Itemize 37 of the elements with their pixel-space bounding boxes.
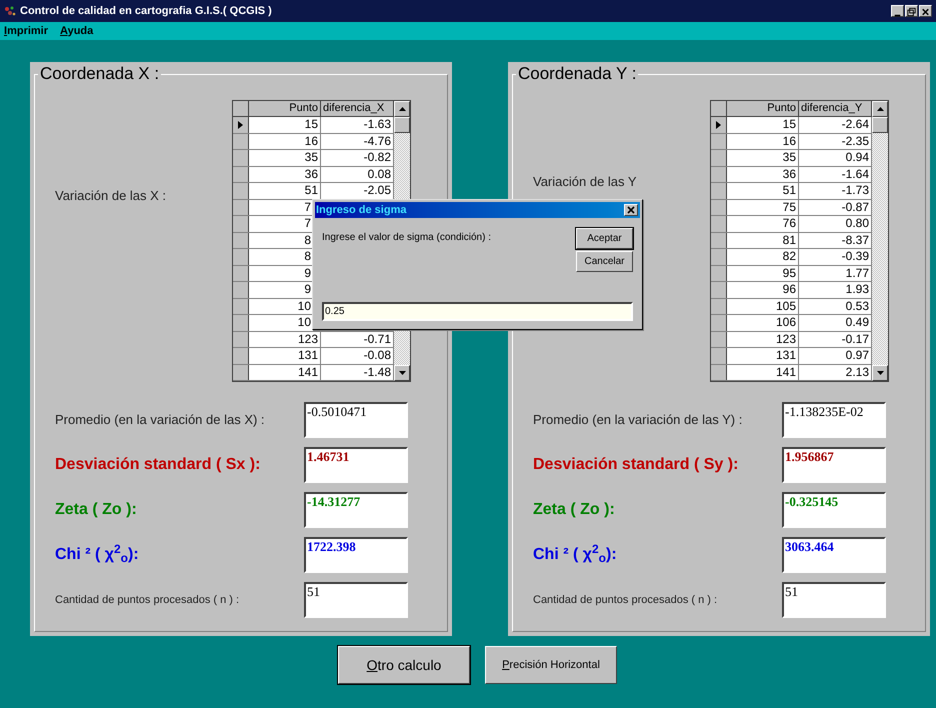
table-cell: 96 bbox=[727, 282, 799, 298]
table-cell: 76 bbox=[727, 216, 799, 232]
field-label: Desviación standard ( Sx ): bbox=[55, 455, 260, 475]
field-label: Desviación standard ( Sy ): bbox=[533, 455, 738, 475]
table-cell: 82 bbox=[727, 249, 799, 264]
dialog-prompt: Ingrese el valor de sigma (condición) : bbox=[322, 231, 491, 245]
table-cell: 131 bbox=[727, 348, 799, 364]
field-label: Variación de las X : bbox=[55, 187, 166, 205]
table-cell: 75 bbox=[727, 200, 799, 215]
table-cell: 105 bbox=[727, 298, 799, 314]
table-cell: 141 bbox=[727, 364, 799, 380]
field-label: Promedio (en la variación de las X) : bbox=[55, 411, 265, 430]
field-label: Zeta ( Zo ): bbox=[533, 500, 615, 520]
table-cell: 35 bbox=[249, 150, 321, 166]
table-cell: 15 bbox=[727, 117, 799, 132]
dialog-title: Ingreso de sigma bbox=[316, 202, 406, 218]
field-label: Cantidad de puntos procesados ( n ) : bbox=[55, 592, 240, 608]
table-cell: 81 bbox=[727, 232, 799, 248]
field-label: Variación de las Y bbox=[533, 173, 637, 191]
field-label: Cantidad de puntos procesados ( n ) : bbox=[533, 592, 718, 608]
table-cell: 35 bbox=[727, 150, 799, 166]
table-cell: 123 bbox=[727, 332, 799, 347]
field-label: Chi ² ( χ$^{2}$$_{o}$): bbox=[533, 543, 617, 567]
table-cell: 16 bbox=[727, 134, 799, 149]
table-cell: 106 bbox=[727, 315, 799, 330]
table-cell: 16 bbox=[249, 134, 321, 149]
window-title: Control de calidad en cartografia G.I.S.( QCGIS ) bbox=[20, 4, 272, 19]
table-cell: 15 bbox=[249, 117, 321, 132]
field-label: Promedio (en la variación de las Y) : bbox=[533, 411, 742, 430]
field-label: Chi ² ( χ$^{2}$$_{o}$): bbox=[55, 543, 139, 567]
table-cell: 131 bbox=[249, 348, 321, 364]
table-cell: 36 bbox=[727, 166, 799, 182]
table-cell: 141 bbox=[249, 364, 321, 380]
table-cell: 36 bbox=[249, 166, 321, 182]
table-cell: 95 bbox=[727, 266, 799, 281]
field-label: Zeta ( Zo ): bbox=[55, 500, 137, 520]
table-cell: 51 bbox=[727, 183, 799, 198]
